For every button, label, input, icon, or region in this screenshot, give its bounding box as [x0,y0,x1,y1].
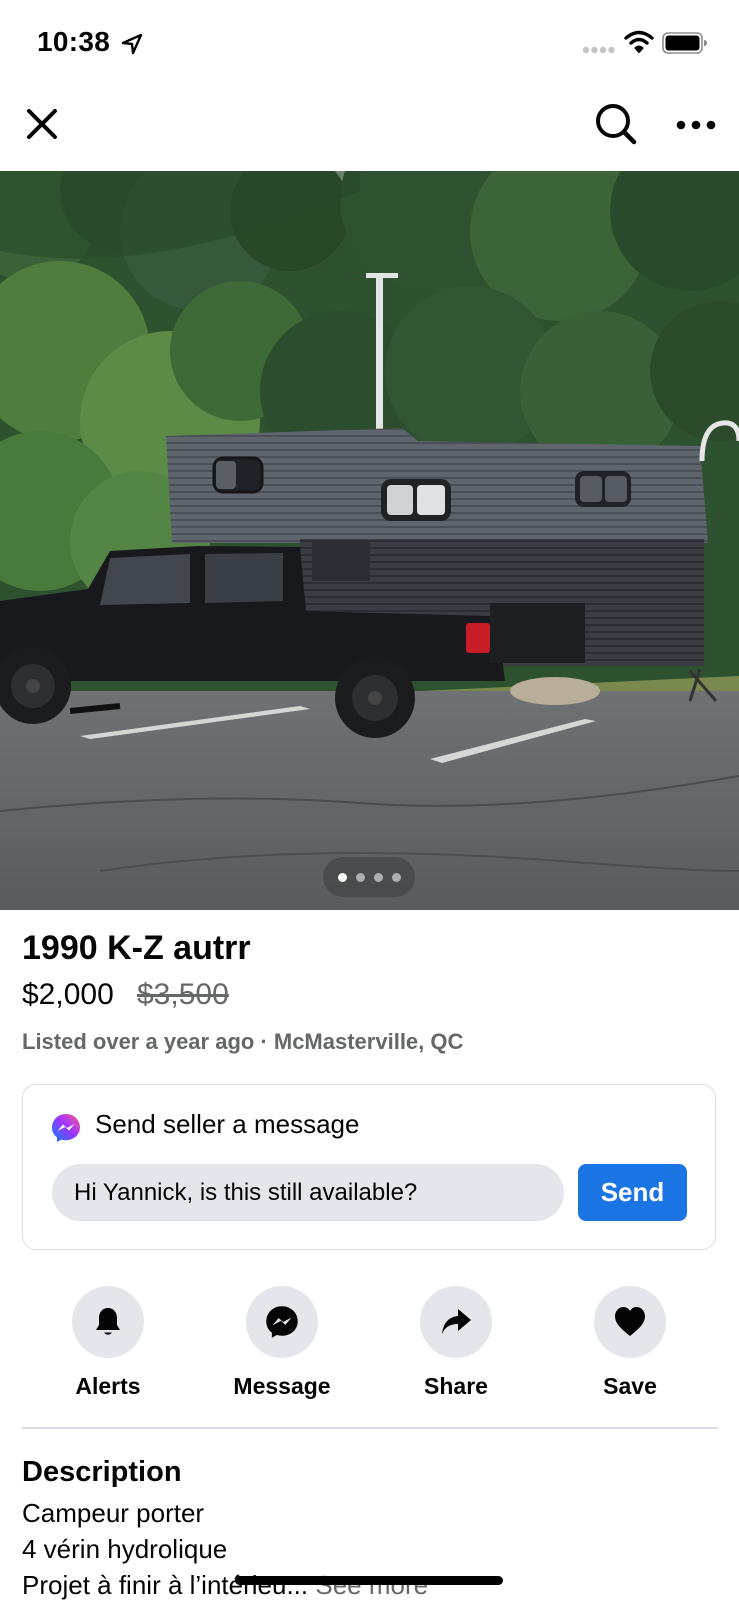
search-icon [596,104,637,145]
alerts-button-circle[interactable] [72,1286,144,1358]
message-card-title: Send seller a message [95,1109,360,1139]
share-button-circle[interactable] [420,1286,492,1358]
save-button-circle[interactable] [594,1286,666,1358]
pager-dot [373,872,383,882]
save-button[interactable]: Save [560,1286,700,1400]
alerts-label: Alerts [75,1373,141,1399]
divider [22,1427,718,1429]
save-label: Save [603,1373,657,1399]
message-button[interactable]: Message [212,1286,352,1400]
listing-title: 1990 K-Z autrr [22,929,251,967]
search-button[interactable] [594,102,638,146]
pager-dot [355,872,365,882]
message-input[interactable] [52,1164,564,1221]
share-button[interactable]: Share [386,1286,526,1400]
heart-icon [615,1307,645,1336]
description-line: 4 vérin hydrolique [22,1534,228,1564]
send-button[interactable]: Send [578,1164,687,1221]
messenger-logo-icon [52,1114,80,1142]
photo-pager[interactable] [323,857,415,897]
pager-dot [391,872,401,882]
more-options-button[interactable] [674,108,718,142]
home-indicator [235,1576,503,1585]
close-icon [27,109,57,139]
more-horizontal-icon [676,120,716,130]
share-label: Share [424,1373,488,1399]
messenger-icon [266,1306,298,1338]
message-button-circle[interactable] [246,1286,318,1358]
location-arrow-icon [121,33,143,55]
see-more-link[interactable]: See more [315,1570,428,1600]
wifi-icon [624,30,654,53]
listing-photo[interactable] [0,171,739,910]
description-heading: Description [22,1456,182,1488]
bell-icon [96,1308,120,1335]
battery-icon [662,32,707,54]
listing-meta[interactable]: Listed over a year ago · McMasterville, … [22,1029,463,1055]
alerts-button[interactable]: Alerts [38,1286,178,1400]
pager-dot [337,872,347,882]
description-line-last: Projet à finir à l’intérieu... See more [22,1570,428,1601]
description-line-text: Projet à finir à l’intérieu... [22,1570,309,1600]
cellular-signal-icon [582,46,615,54]
listing-price: $2,000 [22,978,114,1011]
close-button[interactable] [22,104,62,144]
share-arrow-icon [442,1309,471,1334]
listing-original-price: $3,500 [137,978,229,1011]
description-line: Campeur porter [22,1498,205,1528]
status-time: 10:38 [37,26,111,57]
message-label: Message [233,1373,331,1399]
